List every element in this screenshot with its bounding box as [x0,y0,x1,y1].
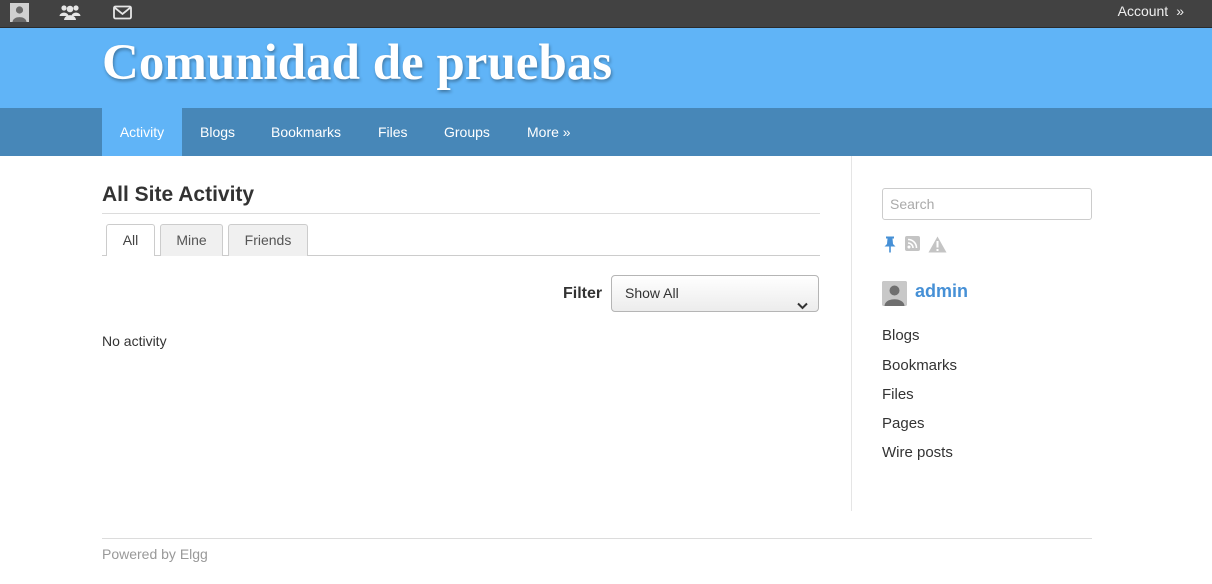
owner-name-link[interactable]: admin [915,281,968,302]
owner-link-files[interactable]: Files [882,386,914,403]
rss-icon[interactable] [905,236,920,251]
nav-item-files[interactable]: Files [360,108,426,156]
account-label: Account [1117,3,1169,19]
sidebar-divider [851,156,852,511]
empty-activity-message: No activity [102,333,167,349]
owner-link-pages[interactable]: Pages [882,415,925,432]
search-input[interactable] [882,188,1092,220]
main-nav: Activity Blogs Bookmarks Files Groups Mo… [0,108,1212,156]
page-title: All Site Activity [102,183,255,206]
messages-icon[interactable] [112,0,132,24]
title-divider [102,213,820,214]
chevron-down-icon [797,288,808,323]
footer-divider [102,538,1092,539]
account-menu[interactable]: Account » [1118,0,1184,22]
filter-selected-value: Show All [625,285,679,301]
report-icon[interactable] [928,236,947,253]
owner-link-wire-posts[interactable]: Wire posts [882,444,953,461]
owner-avatar[interactable] [882,281,907,306]
tab-all[interactable]: All [106,224,155,256]
nav-item-blogs[interactable]: Blogs [182,108,253,156]
nav-item-activity[interactable]: Activity [102,108,182,156]
account-chevron: » [1176,3,1184,19]
filter-label: Filter [563,285,603,302]
tab-friends[interactable]: Friends [228,224,308,256]
owner-link-blogs[interactable]: Blogs [882,327,920,344]
nav-item-bookmarks[interactable]: Bookmarks [253,108,359,156]
nav-item-groups[interactable]: Groups [426,108,508,156]
avatar-icon[interactable] [9,0,29,24]
owner-link-bookmarks[interactable]: Bookmarks [882,357,957,374]
pin-icon[interactable] [883,236,897,253]
powered-by-link[interactable]: Powered by Elgg [102,546,208,562]
topbar: Account » [0,0,1212,28]
tab-mine[interactable]: Mine [160,224,223,256]
friends-icon[interactable] [58,0,82,24]
site-title[interactable]: Comunidad de pruebas [102,34,612,92]
nav-item-more[interactable]: More » [509,108,589,156]
filter-select[interactable]: Show All [611,275,819,312]
site-header: Comunidad de pruebas [0,28,1212,108]
